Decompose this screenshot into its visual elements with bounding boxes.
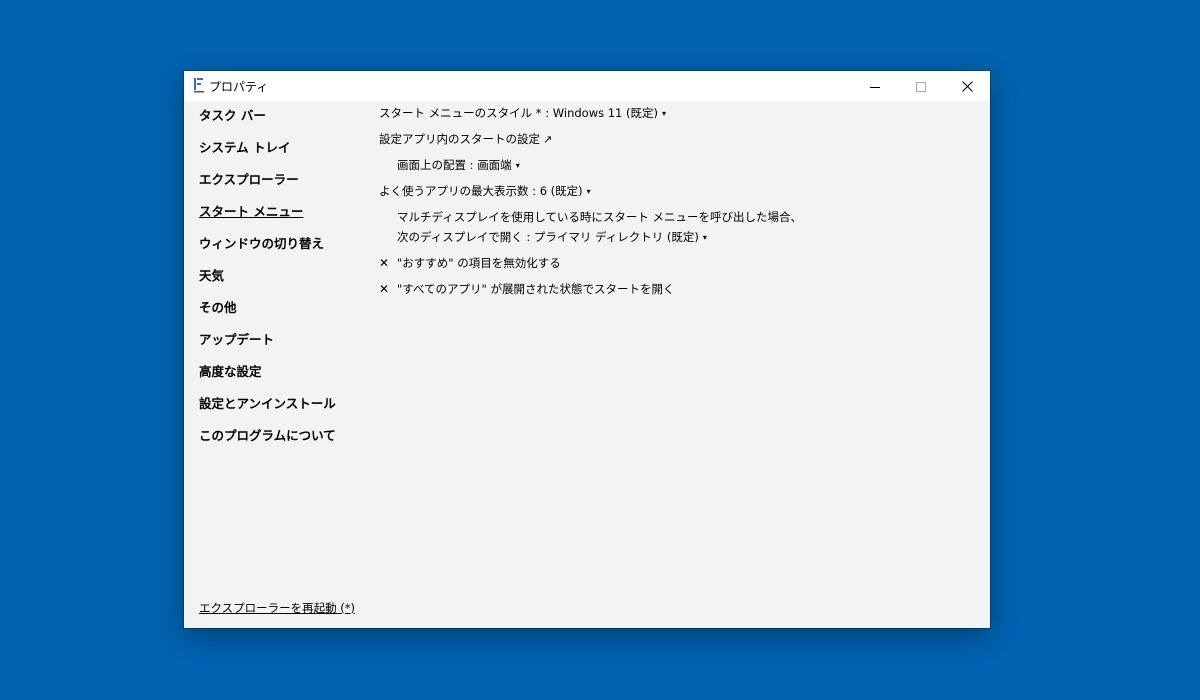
sidebar-item-window-switcher[interactable]: ウィンドウの切り替え — [199, 236, 369, 268]
restart-explorer-link[interactable]: エクスプローラーを再起動 (*) — [199, 600, 355, 616]
multi-display-value[interactable]: プライマリ ディレクトリ (既定) — [534, 230, 699, 244]
settings-app-link-row[interactable]: 設定アプリ内のスタートの設定 ↗ — [379, 131, 552, 147]
open-all-apps-label[interactable]: "すべてのアプリ" が展開された状態でスタートを開く — [397, 282, 674, 296]
sidebar: タスク バー システム トレイ エクスプローラー スタート メニュー ウィンドウ… — [199, 108, 369, 460]
sidebar-item-about[interactable]: このプログラムについて — [199, 428, 369, 460]
max-frequent-apps-value[interactable]: 6 (既定) — [540, 184, 583, 198]
disable-recommended-label[interactable]: "おすすめ" の項目を無効化する — [397, 256, 561, 270]
settings-app-link[interactable]: 設定アプリ内のスタートの設定 — [379, 132, 540, 146]
maximize-button[interactable] — [898, 71, 944, 101]
sidebar-item-start-menu[interactable]: スタート メニュー — [199, 204, 369, 236]
checked-x-icon[interactable]: ✕ — [379, 281, 391, 297]
multi-display-description: マルチディスプレイを使用している時にスタート メニューを呼び出した場合、 — [397, 210, 803, 224]
sidebar-item-explorer[interactable]: エクスプローラー — [199, 172, 369, 204]
window-title: プロパティ — [209, 80, 269, 94]
properties-window: プロパティ タスク バー システム トレイ エクスプローラー スタート メニュー… — [184, 71, 990, 628]
multi-display-row: 次のディスプレイで開く : プライマリ ディレクトリ (既定) ▾ — [397, 229, 707, 245]
sidebar-item-system-tray[interactable]: システム トレイ — [199, 140, 369, 172]
chevron-down-icon[interactable]: ▾ — [703, 233, 707, 242]
multi-display-label: 次のディスプレイで開く : — [397, 230, 534, 244]
minimize-icon — [870, 77, 880, 96]
close-icon — [961, 77, 973, 96]
external-link-icon[interactable]: ↗ — [543, 133, 552, 146]
open-all-apps-row[interactable]: ✕ "すべてのアプリ" が展開された状態でスタートを開く — [379, 281, 674, 297]
screen-position-row: 画面上の配置 : 画面端 ▾ — [397, 157, 520, 173]
max-frequent-apps-label: よく使うアプリの最大表示数 : — [379, 184, 540, 198]
disable-recommended-row[interactable]: ✕ "おすすめ" の項目を無効化する — [379, 255, 561, 271]
start-menu-style-row: スタート メニューのスタイル * : Windows 11 (既定) ▾ — [379, 105, 666, 121]
chevron-down-icon[interactable]: ▾ — [662, 109, 666, 118]
sidebar-item-taskbar[interactable]: タスク バー — [199, 108, 369, 140]
minimize-button[interactable] — [852, 71, 898, 101]
screen-position-label: 画面上の配置 : — [397, 158, 478, 172]
sidebar-item-updates[interactable]: アップデート — [199, 332, 369, 364]
start-menu-style-value[interactable]: Windows 11 (既定) — [553, 106, 658, 120]
checked-x-icon[interactable]: ✕ — [379, 255, 391, 271]
start-menu-style-label: スタート メニューのスタイル * : — [379, 106, 553, 120]
sidebar-item-advanced[interactable]: 高度な設定 — [199, 364, 369, 396]
chevron-down-icon[interactable]: ▾ — [516, 161, 520, 170]
title-bar[interactable]: プロパティ — [184, 71, 990, 101]
app-icon — [193, 77, 205, 93]
chevron-down-icon[interactable]: ▾ — [587, 187, 591, 196]
sidebar-item-other[interactable]: その他 — [199, 300, 369, 332]
screen-position-value[interactable]: 画面端 — [477, 158, 512, 172]
maximize-icon — [916, 77, 926, 96]
sidebar-item-settings-uninstall[interactable]: 設定とアンインストール — [199, 396, 369, 428]
sidebar-item-weather[interactable]: 天気 — [199, 268, 369, 300]
max-frequent-apps-row: よく使うアプリの最大表示数 : 6 (既定) ▾ — [379, 183, 591, 199]
close-button[interactable] — [944, 71, 990, 101]
